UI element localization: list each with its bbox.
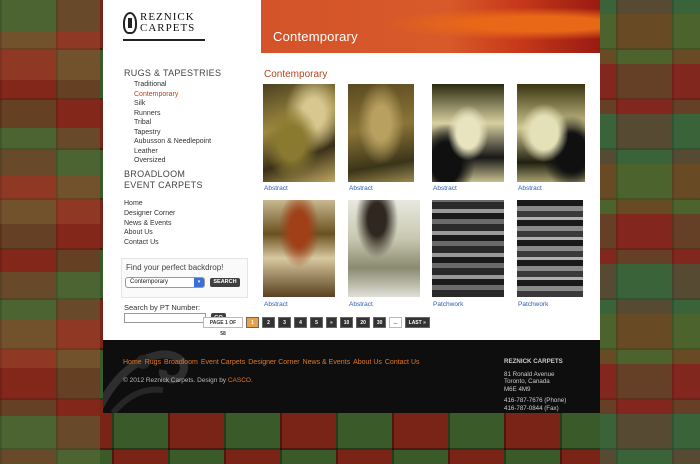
footer-link-news-events[interactable]: News & Events [303, 359, 350, 366]
copyright: © 2012 Reznick Carpets. Design by CASCO. [123, 377, 253, 384]
sidebar-item-aubusson[interactable]: Aubusson & Needlepoint [134, 138, 211, 145]
product-thumbnail[interactable] [517, 200, 583, 297]
page-button[interactable]: 3 [278, 317, 291, 328]
footer-link-about-us[interactable]: About Us [353, 359, 382, 366]
backdrop-select-value: Contemporary [130, 279, 169, 285]
logo-emblem-icon [123, 12, 137, 34]
page-button[interactable]: 20 [356, 317, 370, 328]
product-thumbnail[interactable] [263, 200, 335, 297]
page-ellipsis: ... [389, 317, 402, 328]
pagination-info: PAGE 1 OF 58 [203, 317, 243, 337]
product-thumbnail[interactable] [517, 84, 585, 182]
product-label[interactable]: Abstract [264, 301, 288, 308]
header-banner: Contemporary [261, 0, 600, 53]
logo-underline [123, 39, 205, 41]
backdrop-search-button[interactable]: SEARCH [210, 278, 240, 287]
page-button[interactable]: 2 [262, 317, 275, 328]
designer-link[interactable]: CASCO. [228, 377, 253, 384]
sidebar-link-about-us[interactable]: About Us [124, 229, 153, 236]
pt-search-input[interactable] [124, 313, 206, 323]
sidebar-item-traditional[interactable]: Traditional [134, 81, 166, 88]
footer-link-rugs[interactable]: Rugs [145, 359, 161, 366]
sidebar-category-rugs[interactable]: RUGS & TAPESTRIES [124, 68, 221, 78]
page-container: REZNICK CARPETS Contemporary RUGS & TAPE… [103, 0, 600, 413]
product-label[interactable]: Abstract [433, 185, 457, 192]
sidebar-category-broadloom[interactable]: BROADLOOM [124, 169, 185, 179]
copyright-text: © 2012 Reznick Carpets. Design by [123, 377, 227, 384]
product-thumbnail[interactable] [432, 84, 504, 182]
sidebar-link-designer-corner[interactable]: Designer Corner [124, 210, 175, 217]
page-button[interactable]: 4 [294, 317, 307, 328]
phone-number: 416-787-7676 (Phone) [504, 397, 567, 405]
sidebar-item-leather[interactable]: Leather [134, 148, 158, 155]
page-next-button[interactable]: » [326, 317, 337, 328]
footer-address: REZNICK CARPETS 81 Ronald Avenue Toronto… [504, 358, 566, 413]
product-label[interactable]: Abstract [518, 185, 542, 192]
sidebar-item-contemporary[interactable]: Contemporary [134, 91, 178, 98]
content-title: Contemporary [264, 69, 328, 80]
company-name: REZNICK CARPETS [504, 358, 563, 365]
backdrop-title: Find your perfect backdrop! [126, 263, 224, 272]
sidebar-item-runners[interactable]: Runners [134, 110, 160, 117]
backdrop-finder: Find your perfect backdrop! Contemporary… [121, 258, 248, 298]
main-content: Contemporary Abstract Abstract Abstract … [261, 53, 600, 340]
product-label[interactable]: Abstract [349, 301, 373, 308]
pagination: PAGE 1 OF 58 1 2 3 4 5 » 10 20 30 ... LA… [203, 317, 430, 337]
footer-link-event-carpets[interactable]: Event Carpets [201, 359, 245, 366]
page-last-button[interactable]: LAST » [404, 317, 430, 328]
product-label[interactable]: Abstract [349, 185, 373, 192]
page-button[interactable]: 30 [372, 317, 387, 328]
background-patchwork [0, 0, 100, 464]
footer-link-home[interactable]: Home [123, 359, 142, 366]
page-button[interactable]: 10 [339, 317, 354, 328]
sidebar-item-tapestry[interactable]: Tapestry [134, 129, 160, 136]
sidebar-link-home[interactable]: Home [124, 200, 143, 207]
sidebar-category-event-carpets[interactable]: EVENT CARPETS [124, 180, 203, 190]
sidebar-item-tribal[interactable]: Tribal [134, 119, 151, 126]
background-patchwork-right [600, 0, 700, 464]
address-city: Toronto, Canada [504, 378, 550, 386]
product-thumbnail[interactable] [263, 84, 335, 182]
product-label[interactable]: Patchwork [518, 301, 548, 308]
product-thumbnail[interactable] [348, 200, 420, 297]
footer-link-contact-us[interactable]: Contact Us [385, 359, 420, 366]
logo[interactable]: REZNICK CARPETS [123, 12, 205, 41]
product-thumbnail[interactable] [432, 200, 504, 297]
product-label[interactable]: Abstract [264, 185, 288, 192]
banner-title: Contemporary [273, 29, 358, 44]
logo-line2: CARPETS [140, 22, 196, 34]
backdrop-select[interactable]: Contemporary ▾ [125, 277, 205, 288]
sidebar-link-news-events[interactable]: News & Events [124, 220, 171, 227]
footer: Home Rugs Broadloom Event Carpets Design… [103, 340, 600, 413]
sidebar-item-oversized[interactable]: Oversized [134, 157, 166, 164]
address-street: 81 Ronald Avenue [504, 370, 555, 378]
page-button[interactable]: 5 [310, 317, 323, 328]
footer-link-broadloom[interactable]: Broadloom [164, 359, 198, 366]
header-logo-area: REZNICK CARPETS [103, 0, 261, 53]
select-arrows-icon: ▾ [194, 278, 204, 287]
footer-nav: Home Rugs Broadloom Event Carpets Design… [123, 359, 420, 366]
product-label[interactable]: Patchwork [433, 301, 463, 308]
product-thumbnail[interactable] [348, 84, 414, 182]
sidebar-item-silk[interactable]: Silk [134, 100, 145, 107]
pt-search-label: Search by PT Number: [124, 303, 201, 312]
address-postal: M6E 4M9 [504, 385, 531, 393]
footer-link-designer-corner[interactable]: Designer Corner [248, 359, 299, 366]
sidebar-link-contact-us[interactable]: Contact Us [124, 239, 159, 246]
fax-number: 416-787-0844 (Fax) [504, 404, 559, 412]
page-button-current[interactable]: 1 [246, 317, 259, 328]
